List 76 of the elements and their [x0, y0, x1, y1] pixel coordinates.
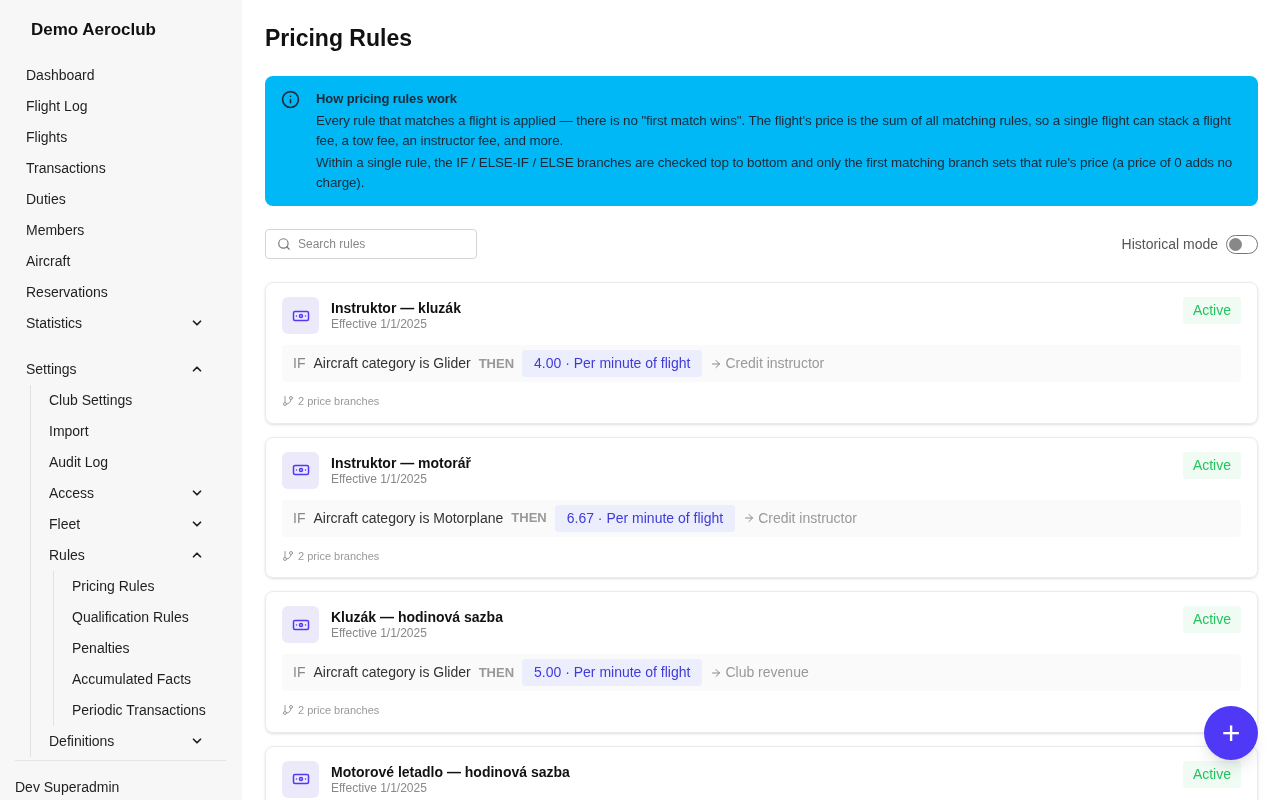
- sidebar-item[interactable]: Periodic Transactions: [72, 694, 228, 726]
- branch-count: 2 price branches: [298, 548, 380, 564]
- search-icon: [277, 237, 291, 251]
- rule-name: Kluzák — hodinová sazba: [331, 608, 503, 626]
- if-keyword: IF: [293, 354, 306, 373]
- sidebar-item[interactable]: Members: [26, 214, 228, 246]
- target-text: Club revenue: [725, 663, 809, 682]
- rule-effective-date: Effective 1/1/2025: [331, 471, 428, 487]
- target-text: Credit instructor: [725, 354, 825, 373]
- sidebar-item[interactable]: Penalties: [72, 632, 228, 664]
- status-badge: Active: [1182, 451, 1241, 479]
- rule-name: Instruktor — kluzák: [331, 299, 461, 317]
- sidebar-item[interactable]: Qualification Rules: [72, 601, 228, 633]
- price-pill: 5.00 · Per minute of flight: [522, 659, 703, 686]
- sidebar-item[interactable]: Flights: [26, 121, 228, 153]
- info-title: How pricing rules work: [316, 90, 458, 108]
- status-badge: Active: [1182, 297, 1241, 324]
- if-keyword: IF: [293, 663, 306, 682]
- historical-mode-toggle[interactable]: [1226, 234, 1258, 254]
- sidebar-item[interactable]: Pricing Rules: [72, 570, 228, 602]
- sidebar-item[interactable]: Duties: [26, 183, 228, 215]
- then-keyword: THEN: [511, 509, 547, 528]
- sidebar-item[interactable]: Flight Log: [26, 90, 228, 122]
- sidebar-item[interactable]: Definitions: [49, 725, 228, 757]
- historical-mode-label: Historical mode: [1121, 234, 1218, 254]
- sidebar-item[interactable]: Aircraft: [26, 245, 228, 277]
- then-keyword: THEN: [478, 663, 514, 682]
- sidebar-item[interactable]: Rules: [49, 539, 228, 571]
- arrow-right-icon: [710, 666, 723, 679]
- condition-text: Aircraft category is Glider: [313, 663, 471, 682]
- club-name: Demo Aeroclub: [30, 19, 157, 41]
- sidebar-item[interactable]: Reservations: [26, 276, 228, 308]
- banknote-icon: [282, 606, 319, 643]
- rule-card[interactable]: Instruktor — motorář Effective 1/1/2025 Active IF Aircraft category is Motorplane THEN 6.67 · Per minute of flight Credit instructor 2 price branches: [265, 436, 1258, 578]
- info-text: Within a single rule, the IF / ELSE-IF / ELSE branches are checked top to bottom and only the first matching branch sets that rule's price (a price of 0 adds no charge).: [316, 154, 1234, 192]
- branch-count: 2 price branches: [298, 394, 380, 409]
- sidebar-item[interactable]: Transactions: [26, 152, 228, 184]
- rule-name: Motorové letadlo — hodinová sazba: [331, 762, 570, 781]
- status-badge: Active: [1182, 606, 1241, 633]
- user-name[interactable]: Dev Superadmin: [15, 778, 120, 795]
- search-field[interactable]: Search rules: [265, 229, 477, 259]
- arrow-right-icon: [743, 512, 756, 524]
- sidebar-item[interactable]: Settings: [26, 353, 228, 385]
- sidebar-item[interactable]: Club Settings: [49, 384, 228, 416]
- info-text: Every rule that matches a flight is applied — there is no "first match wins". The flight's price is the sum of all matching rules, so a single flight can stack a flight fee, a tow fee, an instructor fee, and more.: [316, 112, 1232, 150]
- if-keyword: IF: [293, 508, 306, 528]
- rule-card[interactable]: Instruktor — kluzák Effective 1/1/2025 Active IF Aircraft category is Glider THEN 4.00 · Per minute of flight Credit instructor 2 price branches: [265, 282, 1258, 424]
- condition-text: Aircraft category is Glider: [313, 354, 471, 373]
- add-rule-button[interactable]: +: [1204, 706, 1258, 760]
- info-icon: [281, 90, 300, 109]
- banknote-icon: [282, 451, 319, 489]
- branch-icon: [282, 704, 294, 717]
- price-pill: 4.00 · Per minute of flight: [522, 350, 703, 377]
- target-text: Credit instructor: [758, 508, 857, 528]
- branch-icon: [282, 395, 294, 408]
- arrow-right-icon: [710, 357, 723, 370]
- page-title: Pricing Rules: [265, 24, 413, 52]
- sidebar-item[interactable]: Fleet: [49, 508, 228, 540]
- sidebar-item[interactable]: Access: [49, 477, 228, 509]
- rule-effective-date: Effective 1/1/2025: [331, 626, 428, 641]
- rule-effective-date: Effective 1/1/2025: [331, 780, 428, 796]
- price-pill: 6.67 · Per minute of flight: [554, 504, 736, 532]
- sidebar-item[interactable]: Dashboard: [26, 59, 228, 91]
- banknote-icon: [282, 297, 319, 334]
- status-badge: Active: [1182, 760, 1241, 788]
- condition-text: Aircraft category is Motorplane: [313, 508, 504, 528]
- sidebar-item[interactable]: Import: [49, 415, 228, 447]
- branch-count: 2 price branches: [298, 703, 380, 718]
- then-keyword: THEN: [478, 354, 514, 373]
- sidebar-item[interactable]: Audit Log: [49, 446, 228, 478]
- sidebar-item[interactable]: Accumulated Facts: [72, 663, 228, 695]
- branch-icon: [282, 549, 294, 562]
- rule-effective-date: Effective 1/1/2025: [331, 317, 428, 332]
- rule-name: Instruktor — motorář: [331, 453, 471, 472]
- sidebar-item[interactable]: Statistics: [26, 307, 228, 339]
- banknote-icon: [282, 760, 319, 798]
